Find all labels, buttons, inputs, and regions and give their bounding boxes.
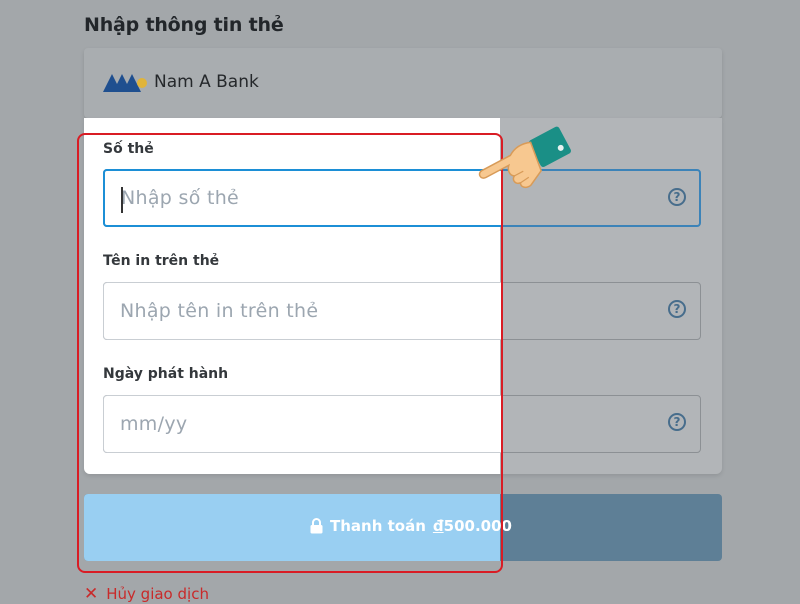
lock-icon (310, 518, 323, 534)
currency-symbol: đ (432, 517, 444, 535)
bank-bar: Nam A Bank (84, 48, 722, 118)
bank-name: Nam A Bank (154, 72, 259, 92)
issue-date-input[interactable] (120, 396, 480, 452)
card-number-help-icon[interactable]: ? (668, 188, 686, 206)
card-name-help-icon[interactable]: ? (668, 300, 686, 318)
pointing-hand-icon (478, 126, 571, 189)
card-number-label: Số thẻ (103, 141, 154, 157)
pay-amount: đ500.000 (433, 517, 512, 535)
card-number-field[interactable] (103, 169, 501, 227)
text-caret (121, 187, 123, 213)
pay-button-label[interactable]: Thanh toán đ500.000 (310, 517, 512, 535)
card-name-field[interactable] (103, 282, 501, 340)
card-name-label: Tên in trên thẻ (103, 253, 220, 269)
cancel-label: Hủy giao dịch (106, 585, 209, 603)
close-x-icon: ✕ (84, 584, 99, 604)
cancel-transaction-link[interactable]: ✕ Hủy giao dịch (84, 584, 209, 604)
issue-date-field[interactable] (103, 395, 501, 453)
issue-date-label: Ngày phát hành (103, 366, 229, 382)
amount-value: 500.000 (443, 517, 512, 535)
nam-a-bank-logo-icon (103, 74, 147, 92)
pay-text: Thanh toán (330, 517, 426, 535)
card-name-input[interactable] (120, 283, 480, 339)
page-title: Nhập thông tin thẻ (84, 14, 284, 36)
issue-date-help-icon[interactable]: ? (668, 413, 686, 431)
card-number-input[interactable] (121, 171, 481, 225)
